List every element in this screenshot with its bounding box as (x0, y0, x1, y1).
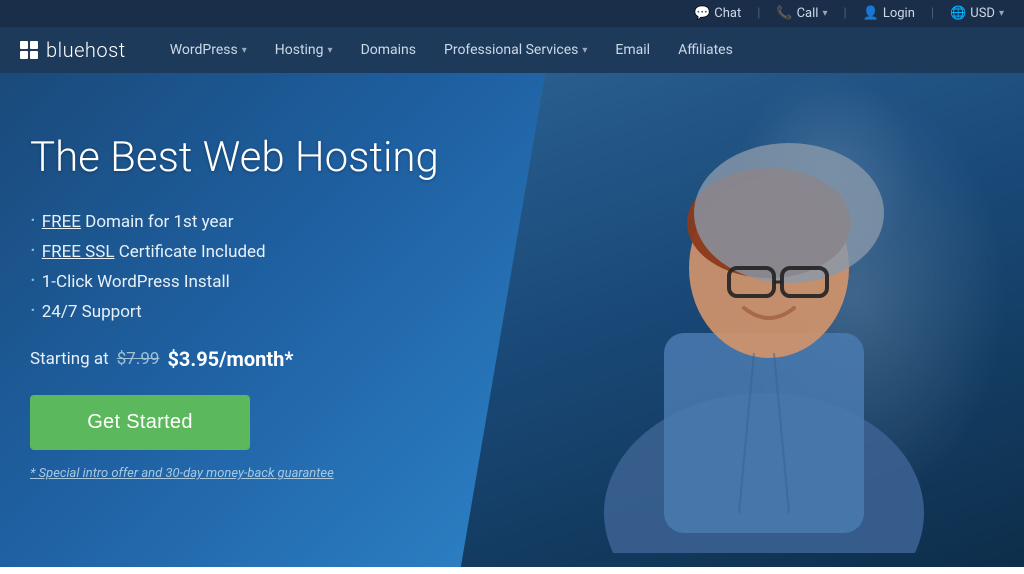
wordpress-chevron: ▾ (242, 45, 247, 56)
currency-selector[interactable]: 🌐 USD ▾ (950, 6, 1004, 21)
disclaimer-text[interactable]: * Special intro offer and 30-day money-b… (30, 466, 490, 481)
currency-label: USD (970, 6, 995, 21)
chat-link[interactable]: 💬 Chat (694, 6, 741, 21)
phone-icon: 📞 (776, 6, 792, 21)
nav-link-wordpress[interactable]: WordPress ▾ (156, 28, 261, 72)
professional-services-chevron: ▾ (582, 45, 587, 56)
divider-3: | (931, 6, 934, 21)
flag-icon: 🌐 (950, 6, 966, 21)
feature-item-3: 1-Click WordPress Install (30, 271, 490, 293)
nav-link-hosting[interactable]: Hosting ▾ (261, 28, 347, 72)
nav-link-professional-services[interactable]: Professional Services ▾ (430, 28, 601, 72)
chat-icon: 💬 (694, 6, 710, 21)
feature-free-domain: FREE Domain for 1st year (42, 212, 234, 232)
call-link[interactable]: 📞 Call ▾ (776, 6, 827, 21)
pricing-prefix: Starting at (30, 349, 109, 369)
hero-person-illustration (554, 93, 974, 553)
nav-item-professional-services: Professional Services ▾ (430, 28, 601, 72)
nav-item-affiliates: Affiliates (664, 28, 747, 72)
nav-item-hosting: Hosting ▾ (261, 28, 347, 72)
new-price: $3.95/month* (167, 347, 293, 371)
currency-chevron: ▾ (999, 8, 1004, 19)
nav-item-wordpress: WordPress ▾ (156, 28, 261, 72)
nav-label-domains: Domains (361, 42, 416, 58)
feature-wordpress: 1-Click WordPress Install (42, 272, 230, 292)
brand-name: bluehost (46, 38, 126, 62)
nav-label-wordpress: WordPress (170, 42, 238, 58)
pricing-line: Starting at $7.99 $3.95/month* (30, 347, 490, 371)
call-label: Call (797, 6, 819, 21)
divider-2: | (843, 6, 846, 21)
hosting-chevron: ▾ (328, 45, 333, 56)
nav-label-affiliates: Affiliates (678, 42, 733, 58)
hero-content: The Best Web Hosting FREE Domain for 1st… (30, 133, 490, 481)
feature-free-ssl-highlight: FREE SSL (42, 242, 115, 262)
nav-link-affiliates[interactable]: Affiliates (664, 28, 747, 72)
nav-label-professional-services: Professional Services (444, 42, 578, 58)
chat-label: Chat (714, 6, 741, 21)
hero-section: The Best Web Hosting FREE Domain for 1st… (0, 73, 1024, 567)
features-list: FREE Domain for 1st year FREE SSL Certif… (30, 211, 490, 323)
call-chevron: ▾ (822, 8, 827, 19)
feature-free-domain-highlight: FREE (42, 212, 81, 232)
nav-item-email: Email (601, 28, 664, 72)
utility-bar: 💬 Chat | 📞 Call ▾ | 👤 Login | 🌐 USD ▾ (0, 0, 1024, 27)
logo-grid-icon (20, 41, 38, 59)
nav-list: WordPress ▾ Hosting ▾ Domains Profession… (156, 28, 747, 72)
hero-title: The Best Web Hosting (30, 133, 490, 183)
divider-1: | (757, 6, 760, 21)
nav-item-domains: Domains (347, 28, 430, 72)
nav-link-domains[interactable]: Domains (347, 28, 430, 72)
login-label: Login (883, 6, 915, 21)
old-price: $7.99 (117, 349, 160, 369)
get-started-button[interactable]: Get Started (30, 395, 250, 450)
nav-label-hosting: Hosting (275, 42, 324, 58)
feature-item-4: 24/7 Support (30, 301, 490, 323)
feature-free-ssl: FREE SSL Certificate Included (42, 242, 266, 262)
nav-label-email: Email (615, 42, 650, 58)
main-nav: bluehost WordPress ▾ Hosting ▾ Domains P… (0, 27, 1024, 73)
feature-item-1: FREE Domain for 1st year (30, 211, 490, 233)
feature-item-2: FREE SSL Certificate Included (30, 241, 490, 263)
user-icon: 👤 (863, 6, 879, 21)
nav-link-email[interactable]: Email (601, 28, 664, 72)
feature-support: 24/7 Support (42, 302, 142, 322)
logo-link[interactable]: bluehost (20, 38, 126, 62)
login-link[interactable]: 👤 Login (863, 6, 915, 21)
